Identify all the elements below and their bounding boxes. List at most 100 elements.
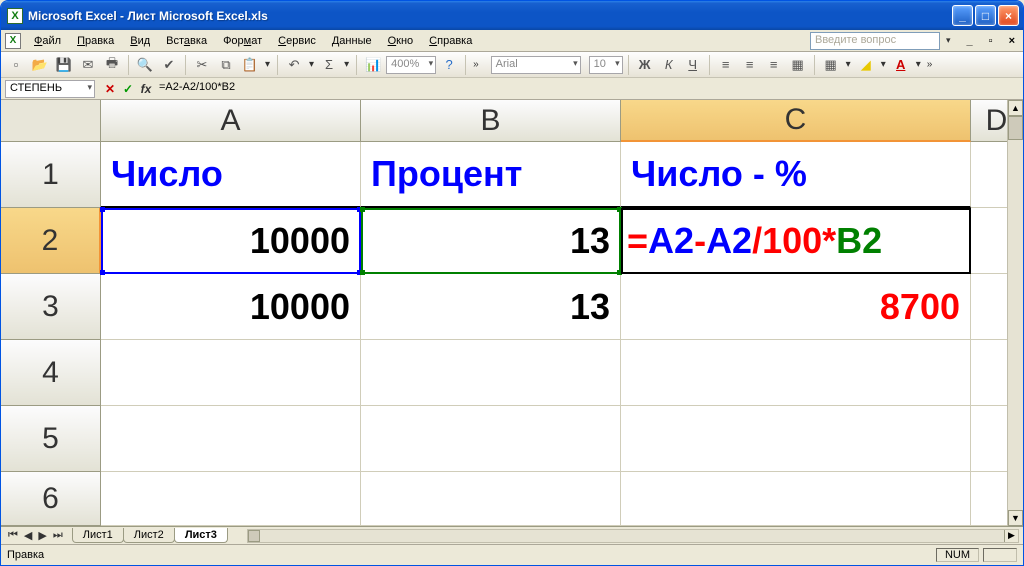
sheet-tab-2[interactable]: Лист2	[123, 528, 175, 543]
doc-maximize-button[interactable]: ▫	[985, 35, 997, 47]
print-icon[interactable]: 🖶	[101, 54, 123, 76]
cell-b6[interactable]	[361, 472, 621, 526]
mail-icon[interactable]: ✉	[77, 54, 99, 76]
cut-icon[interactable]: ✂	[191, 54, 213, 76]
cell-c4[interactable]	[621, 340, 971, 406]
fillcolor-icon[interactable]: ◢	[855, 54, 877, 76]
cell-b1[interactable]: Процент	[361, 142, 621, 208]
spellcheck-icon[interactable]: ✔	[158, 54, 180, 76]
cell-c5[interactable]	[621, 406, 971, 472]
sheet-tab-1[interactable]: Лист1	[72, 528, 124, 543]
menu-view[interactable]: Вид	[123, 33, 157, 49]
borders-icon[interactable]: ▦	[820, 54, 842, 76]
close-button[interactable]: ×	[998, 5, 1019, 26]
font-combo[interactable]: Arial	[491, 56, 581, 74]
col-header-a[interactable]: A	[101, 100, 361, 142]
maximize-button[interactable]: □	[975, 5, 996, 26]
tab-nav-last-icon[interactable]: ⏭	[50, 529, 66, 542]
help-search-input[interactable]: Введите вопрос	[810, 32, 940, 50]
fx-button[interactable]: fx	[137, 80, 155, 98]
cell-b2[interactable]: 13	[361, 208, 621, 274]
italic-icon[interactable]: К	[658, 54, 680, 76]
cell-c1[interactable]: Число - %	[621, 142, 971, 208]
cell-c3[interactable]: 8700	[621, 274, 971, 340]
underline-icon[interactable]: Ч	[682, 54, 704, 76]
vscroll-thumb[interactable]	[1008, 116, 1023, 140]
menu-window[interactable]: Окно	[381, 33, 421, 49]
tab-nav-first-icon[interactable]: ⏮	[5, 529, 21, 542]
row-header-5[interactable]: 5	[1, 406, 101, 472]
row-header-1[interactable]: 1	[1, 142, 101, 208]
undo-dropdown-icon[interactable]: ▾	[307, 59, 316, 70]
cell-c2[interactable]: =A2-A2/100*B2	[621, 208, 971, 274]
col-header-c[interactable]: C	[621, 100, 971, 142]
cell-a6[interactable]	[101, 472, 361, 526]
open-icon[interactable]: 📂	[29, 54, 51, 76]
name-box[interactable]: СТЕПЕНЬ	[5, 80, 95, 98]
autosum-dropdown-icon[interactable]: ▾	[342, 59, 351, 70]
autosum-icon[interactable]: Σ	[318, 54, 340, 76]
menu-help[interactable]: Справка	[422, 33, 479, 49]
scroll-right-icon[interactable]: ▶	[1004, 530, 1018, 542]
cell-a5[interactable]	[101, 406, 361, 472]
chart-icon[interactable]: 📊	[362, 54, 384, 76]
horizontal-scrollbar[interactable]: ▶	[247, 529, 1019, 543]
fillcolor-dropdown-icon[interactable]: ▾	[879, 59, 888, 70]
formula-enter-button[interactable]: ✓	[119, 80, 137, 98]
merge-icon[interactable]: ▦	[787, 54, 809, 76]
worksheet-grid[interactable]: A B C D 1 Число Процент Число - % 2 1000…	[1, 100, 1023, 526]
row-header-6[interactable]: 6	[1, 472, 101, 526]
fontcolor-icon[interactable]: A	[890, 54, 912, 76]
row-header-2[interactable]: 2	[1, 208, 101, 274]
scroll-down-icon[interactable]: ▼	[1008, 510, 1023, 526]
cell-a2[interactable]: 10000	[101, 208, 361, 274]
select-all-corner[interactable]	[1, 100, 101, 142]
fontsize-combo[interactable]: 10	[589, 56, 623, 74]
save-icon[interactable]: 💾	[53, 54, 75, 76]
fontcolor-dropdown-icon[interactable]: ▾	[914, 59, 923, 70]
cell-b5[interactable]	[361, 406, 621, 472]
preview-icon[interactable]: 🔍	[134, 54, 156, 76]
menu-file[interactable]: Файл	[27, 33, 68, 49]
cell-a3[interactable]: 10000	[101, 274, 361, 340]
cell-a4[interactable]	[101, 340, 361, 406]
menu-format[interactable]: Формат	[216, 33, 269, 49]
paste-icon[interactable]: 📋	[239, 54, 261, 76]
cell-a1[interactable]: Число	[101, 142, 361, 208]
minimize-button[interactable]: _	[952, 5, 973, 26]
row-header-3[interactable]: 3	[1, 274, 101, 340]
restore-doc-button[interactable]: _	[963, 35, 977, 47]
menu-insert[interactable]: Вставка	[159, 33, 214, 49]
vertical-scrollbar[interactable]: ▲ ▼	[1007, 100, 1023, 526]
copy-icon[interactable]: ⧉	[215, 54, 237, 76]
undo-icon[interactable]: ↶	[283, 54, 305, 76]
bold-icon[interactable]: Ж	[634, 54, 656, 76]
sheet-tab-3[interactable]: Лист3	[174, 528, 228, 543]
new-icon[interactable]: ▫	[5, 54, 27, 76]
cell-c6[interactable]	[621, 472, 971, 526]
help-dropdown-icon[interactable]: ▾	[942, 35, 955, 46]
tab-nav-prev-icon[interactable]: ◀	[21, 529, 35, 542]
col-header-b[interactable]: B	[361, 100, 621, 142]
toolbar-overflow-icon[interactable]: »	[471, 59, 481, 70]
cell-b4[interactable]	[361, 340, 621, 406]
formula-input[interactable]: =A2-A2/100*B2	[155, 80, 1019, 98]
formula-cancel-button[interactable]: ✕	[101, 80, 119, 98]
format-overflow-icon[interactable]: »	[925, 59, 935, 70]
menu-tools[interactable]: Сервис	[271, 33, 323, 49]
menu-data[interactable]: Данные	[325, 33, 379, 49]
tab-nav-next-icon[interactable]: ▶	[35, 529, 49, 542]
align-right-icon[interactable]: ≡	[763, 54, 785, 76]
row-header-4[interactable]: 4	[1, 340, 101, 406]
menu-edit[interactable]: Правка	[70, 33, 121, 49]
borders-dropdown-icon[interactable]: ▾	[844, 59, 853, 70]
cell-b3[interactable]: 13	[361, 274, 621, 340]
help-icon[interactable]: ?	[438, 54, 460, 76]
scroll-up-icon[interactable]: ▲	[1008, 100, 1023, 116]
paste-dropdown-icon[interactable]: ▾	[263, 59, 272, 70]
hscroll-thumb[interactable]	[248, 530, 260, 542]
close-doc-button[interactable]: ×	[1005, 35, 1019, 47]
align-left-icon[interactable]: ≡	[715, 54, 737, 76]
zoom-combo[interactable]: 400%	[386, 56, 436, 74]
align-center-icon[interactable]: ≡	[739, 54, 761, 76]
